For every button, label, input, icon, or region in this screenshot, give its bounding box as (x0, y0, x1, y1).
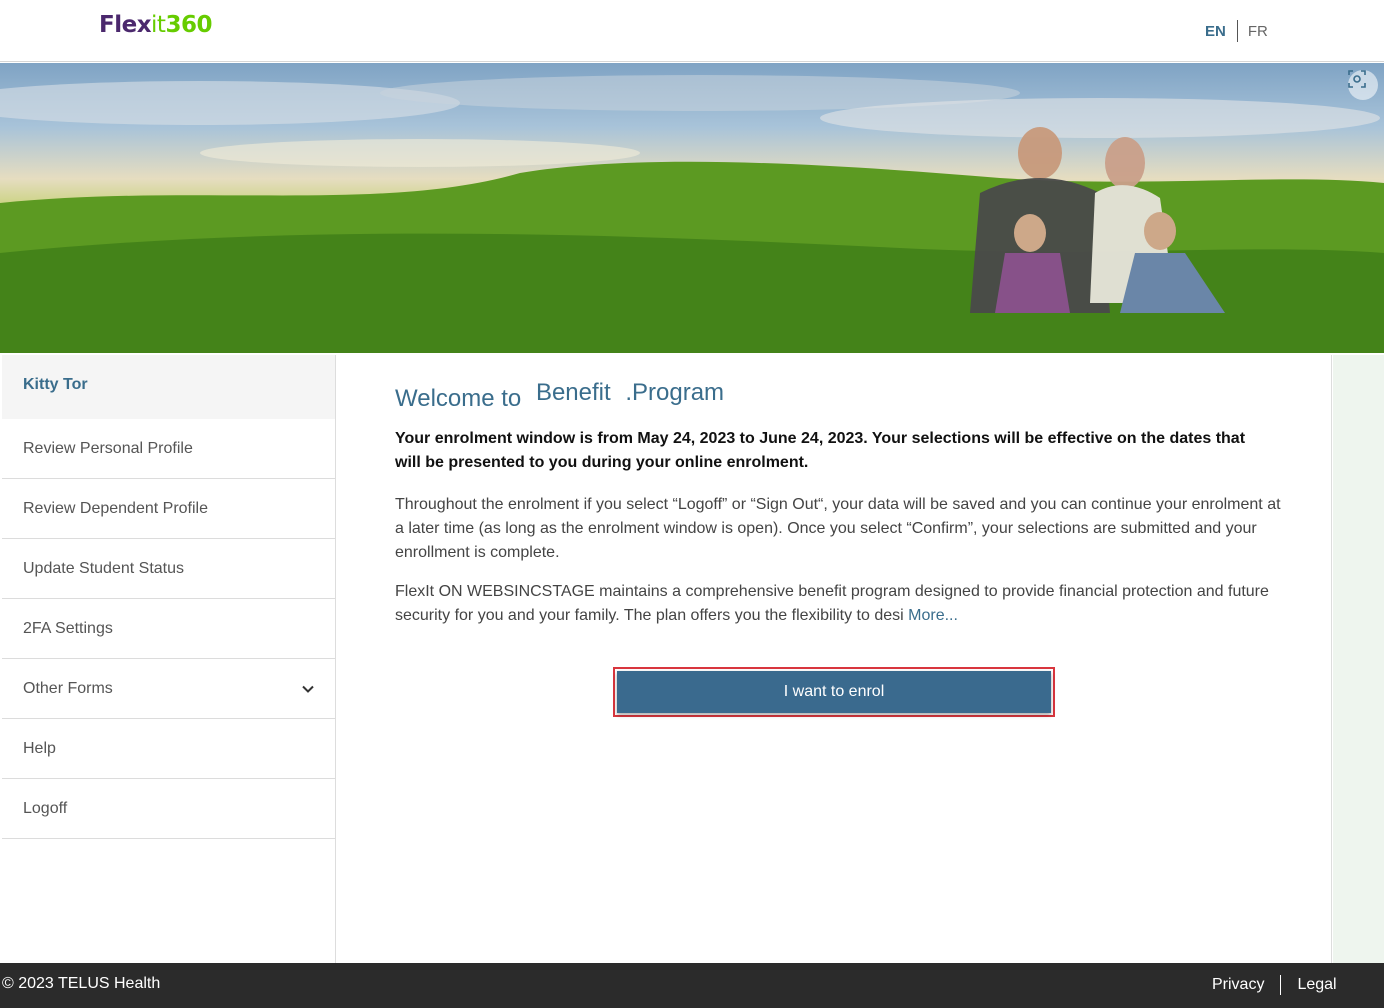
program-description-text: FlexIt ON WEBSINCSTAGE maintains a compr… (395, 583, 1269, 624)
sidebar-item-review-personal-profile[interactable]: Review Personal Profile (2, 419, 335, 479)
sidebar-item-logoff[interactable]: Logoff (2, 779, 335, 839)
hero-banner (0, 63, 1384, 353)
main-content: Welcome to Benefit .Program Your enrolme… (337, 355, 1332, 963)
footer-links: Privacy Legal (1212, 975, 1337, 995)
enrolment-instructions: Throughout the enrolment if you select “… (395, 496, 1281, 561)
sidebar-item-review-dependent-profile[interactable]: Review Dependent Profile (2, 479, 335, 539)
lang-en-link[interactable]: EN (1205, 23, 1226, 40)
title-welcome: Welcome to (395, 385, 522, 412)
sidebar-item-label: Other Forms (23, 679, 113, 697)
chevron-down-icon (302, 685, 314, 693)
title-benefit: Benefit (535, 379, 611, 406)
logo-text-360: 360 (165, 12, 212, 38)
lang-divider (1236, 20, 1238, 42)
sidebar-item-label: Review Personal Profile (23, 439, 193, 457)
privacy-link[interactable]: Privacy (1212, 976, 1264, 994)
top-header: Flexit360 EN FR (0, 0, 1384, 62)
page-title: Welcome to Benefit .Program (395, 379, 732, 412)
footer-divider (1280, 975, 1282, 995)
program-description: FlexIt ON WEBSINCSTAGE maintains a compr… (395, 580, 1285, 628)
lang-fr-link[interactable]: FR (1248, 23, 1268, 40)
sidebar-item-label: 2FA Settings (23, 619, 113, 637)
sidebar-item-label: Review Dependent Profile (23, 499, 208, 517)
sidebar-item-other-forms[interactable]: Other Forms (2, 659, 335, 719)
legal-link[interactable]: Legal (1297, 976, 1336, 994)
sidebar-item-label: Help (23, 739, 56, 757)
more-link[interactable]: More... (908, 607, 958, 624)
language-switcher: EN FR (1205, 20, 1268, 42)
sidebar-item-label: Logoff (23, 799, 68, 817)
title-program: .Program (625, 379, 725, 406)
sidebar-item-update-student-status[interactable]: Update Student Status (2, 539, 335, 599)
right-gutter (1333, 355, 1384, 963)
page-footer: © 2023 TELUS Health Privacy Legal (0, 963, 1384, 1008)
enrol-button[interactable]: I want to enrol (617, 671, 1051, 713)
sidebar-item-2fa-settings[interactable]: 2FA Settings (2, 599, 335, 659)
logo-text-flex: Flex (99, 12, 152, 38)
enrol-button-highlight: I want to enrol (613, 667, 1055, 717)
enrolment-window-notice: Your enrolment window is from May 24, 20… (395, 430, 1246, 471)
banner-illustration (0, 75, 1384, 353)
copyright-text: © 2023 TELUS Health (2, 975, 161, 992)
sidebar-item-help[interactable]: Help (2, 719, 335, 779)
user-name: Kitty Tor (2, 355, 335, 419)
sidebar-nav: Kitty Tor Review Personal Profile Review… (2, 355, 336, 963)
sidebar-item-label: Update Student Status (23, 559, 184, 577)
logo-text-it: it (151, 12, 166, 38)
screenshot-icon[interactable] (1348, 70, 1378, 100)
flexit360-logo[interactable]: Flexit360 (99, 11, 212, 39)
